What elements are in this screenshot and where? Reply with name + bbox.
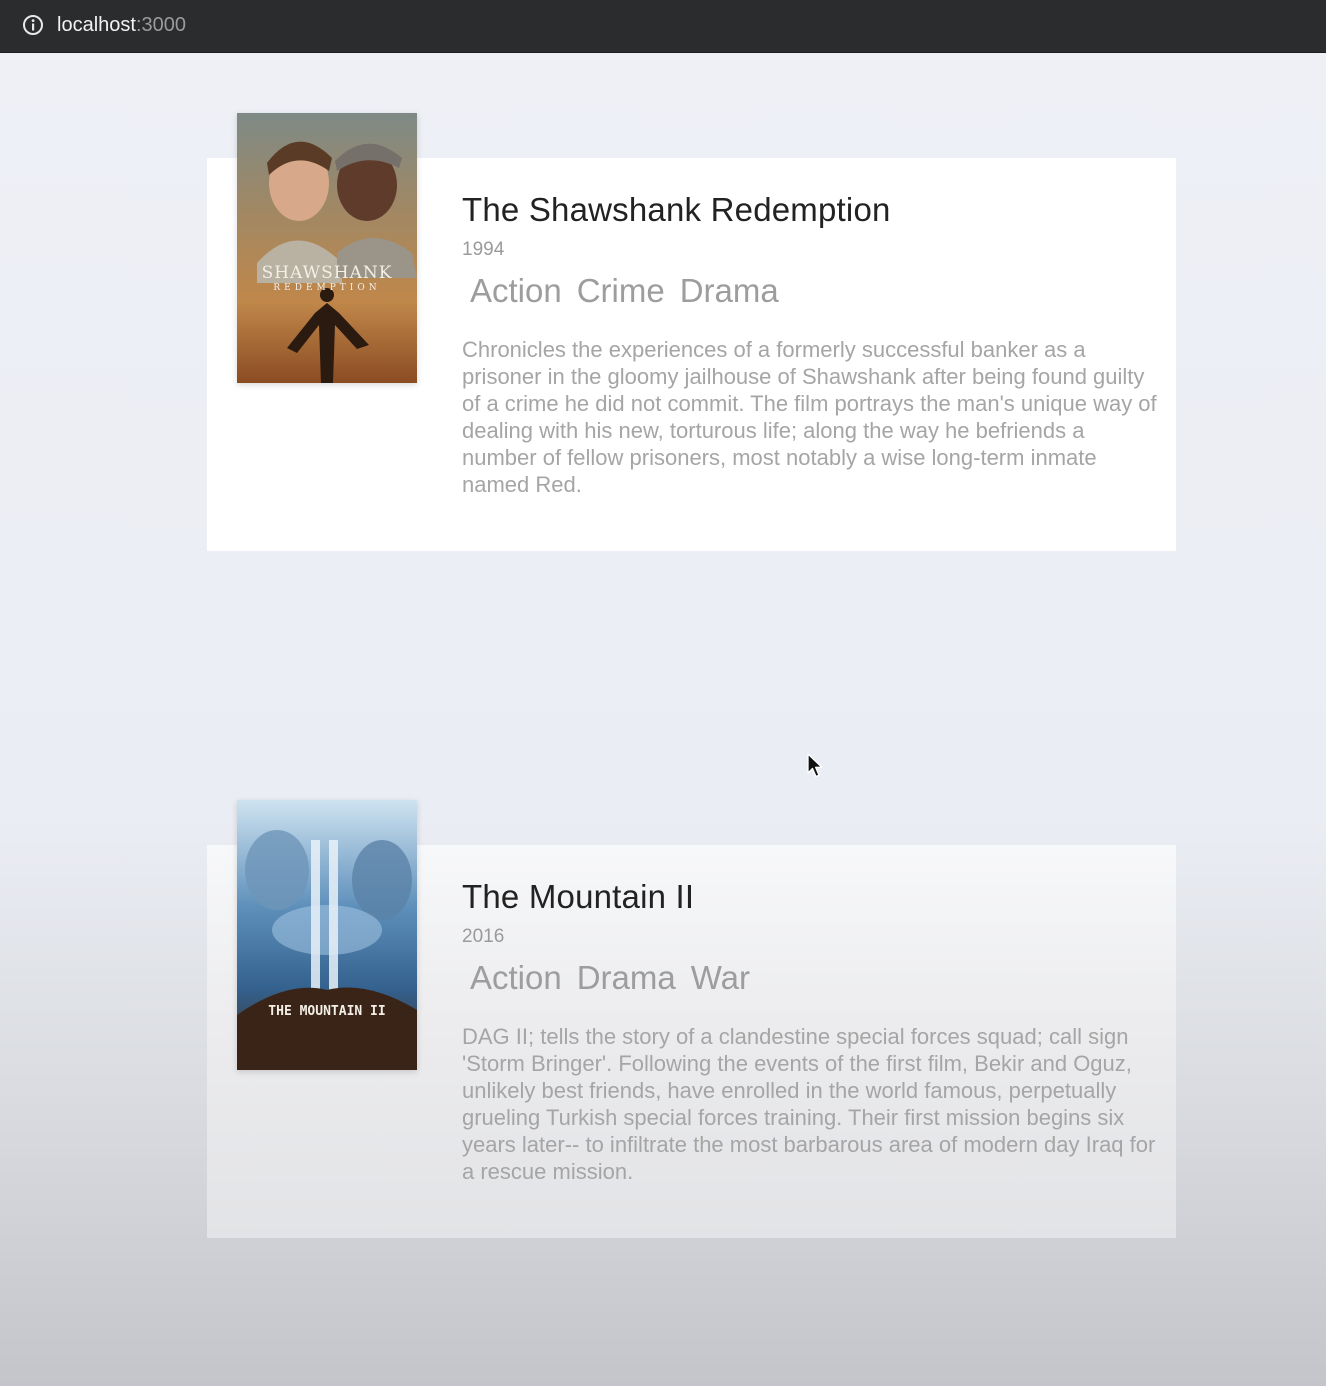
movie-title: The Mountain II — [462, 878, 695, 915]
movie-year: 2016 — [462, 926, 505, 947]
url-host: localhost — [57, 14, 136, 36]
genre-list: Action Crime Drama — [470, 271, 779, 311]
url-port: :3000 — [135, 14, 186, 36]
genre-tag: Action — [470, 959, 562, 996]
movie-description: DAG II; tells the story of a clandestine… — [462, 1024, 1156, 1184]
info-icon[interactable] — [22, 14, 44, 36]
genre-tag: War — [690, 959, 751, 996]
poster-title: SHAWSHANK — [261, 263, 393, 283]
genre-tag: Drama — [679, 272, 779, 309]
genre-list: Action Drama War — [470, 958, 750, 998]
movie-year: 1994 — [462, 239, 505, 260]
genre-tag: Action — [470, 272, 562, 309]
genre-tag: Crime — [576, 272, 665, 309]
browser-address-bar[interactable]: localhost:3000 — [0, 0, 1326, 53]
movie-poster-shawshank[interactable]: SHAWSHANK REDEMPTION — [237, 113, 417, 383]
poster-title: THE MOUNTAIN II — [268, 1004, 386, 1019]
url-text[interactable]: localhost:3000 — [57, 12, 186, 38]
movie-description: Chronicles the experiences of a formerly… — [462, 337, 1157, 497]
movie-title: The Shawshank Redemption — [462, 191, 891, 228]
genre-tag: Drama — [576, 959, 676, 996]
poster-subtitle: REDEMPTION — [273, 283, 381, 293]
mouse-cursor-icon — [807, 753, 823, 778]
movie-poster-mountain[interactable]: THE MOUNTAIN II — [237, 800, 417, 1070]
